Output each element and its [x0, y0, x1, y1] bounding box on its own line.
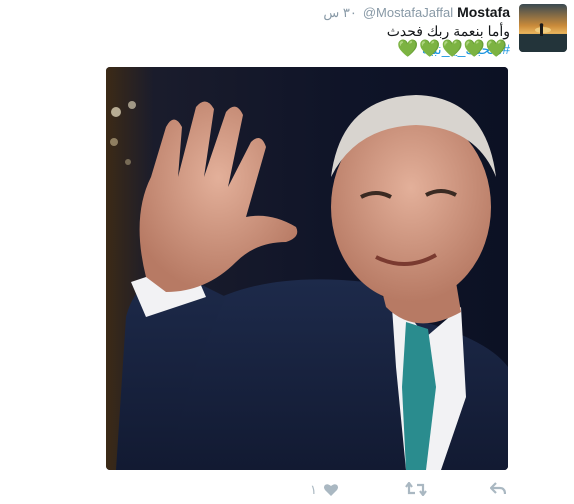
- heart-icon: [323, 484, 338, 496]
- user-display-name[interactable]: Mostafa: [457, 4, 510, 20]
- tweet-card: ٣٠ س @MostafaJaffal Mostafa وأما بنعمة ر…: [0, 0, 574, 504]
- avatar-image: [519, 4, 567, 52]
- avatar[interactable]: [519, 4, 567, 52]
- reply-action[interactable]: [490, 482, 506, 496]
- like-action[interactable]: ١: [310, 482, 339, 498]
- tweet-header: ٣٠ س @MostafaJaffal Mostafa: [323, 4, 510, 22]
- tweet-actions: ١: [0, 482, 574, 504]
- retweet-icon: [405, 482, 427, 496]
- green-heart-emojis: 💚💚💚💚💚: [397, 39, 508, 58]
- like-count: ١: [310, 482, 317, 497]
- photo-image: [106, 67, 508, 470]
- tweet-timestamp[interactable]: ٣٠ س: [323, 5, 356, 21]
- tweet-text-line: وأما بنعمة ربك فحدث: [386, 23, 510, 39]
- tweet-photo[interactable]: [106, 67, 508, 470]
- reply-icon: [490, 482, 506, 495]
- retweet-action[interactable]: [405, 482, 427, 496]
- user-handle[interactable]: @MostafaJaffal: [363, 5, 453, 20]
